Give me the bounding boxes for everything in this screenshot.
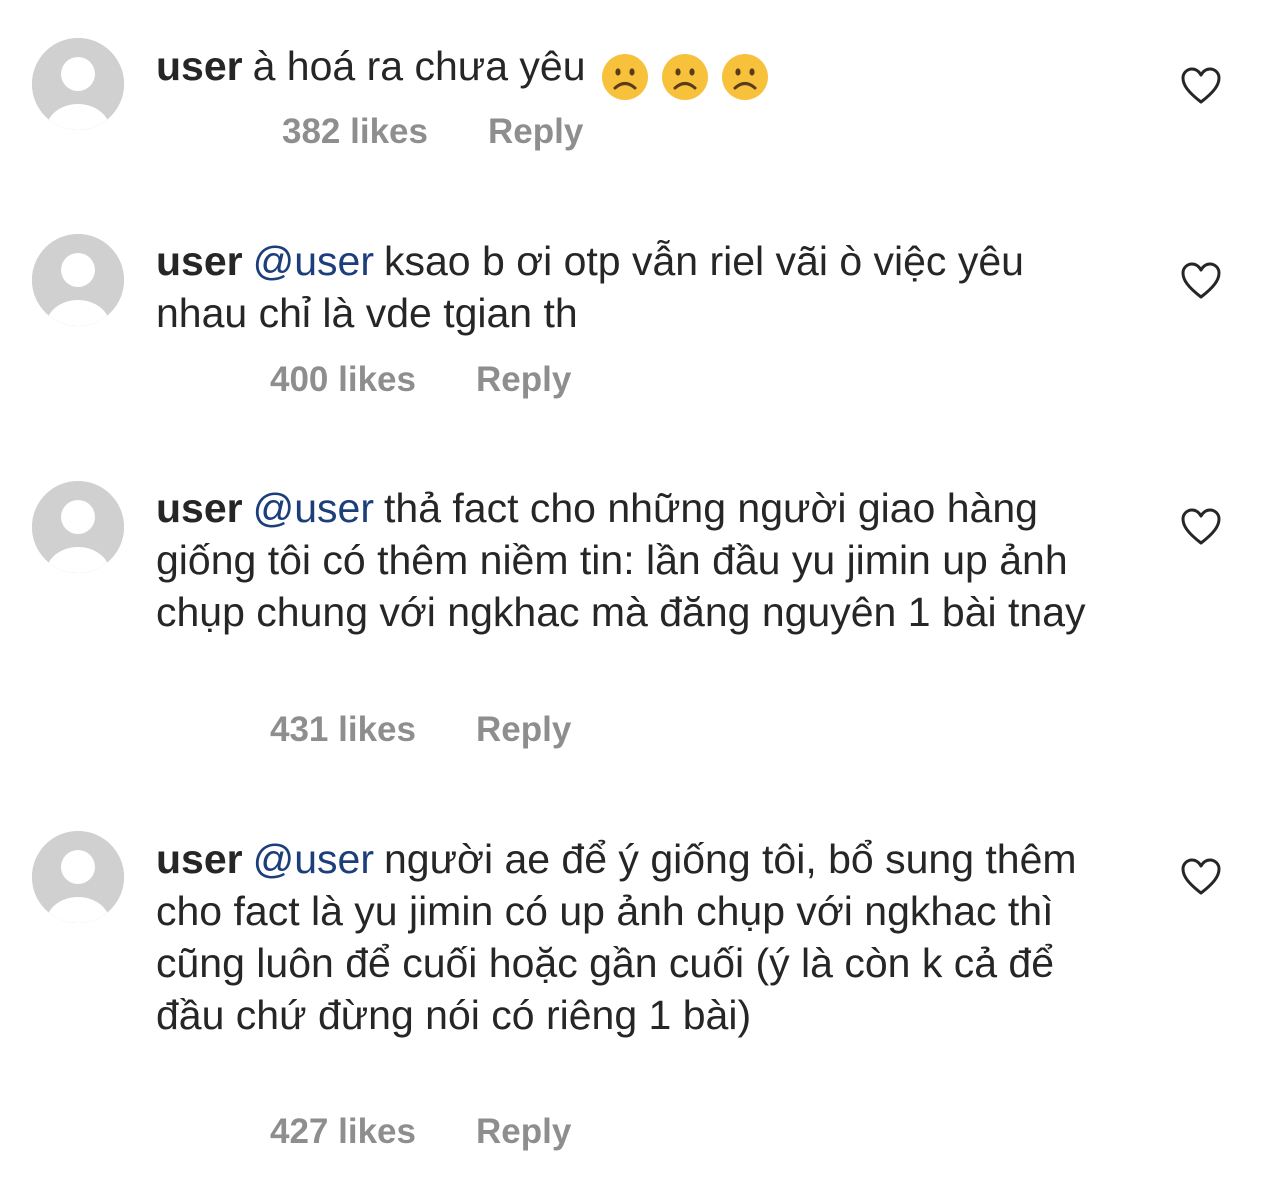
heart-outline-icon[interactable] [1180, 857, 1222, 897]
reply-button[interactable]: Reply [476, 1112, 571, 1151]
comment-body: user @user người ae để ý giống tôi, bổ sun… [156, 833, 1116, 1041]
comment-mention[interactable]: @user [253, 836, 374, 882]
likes-count[interactable]: 427 likes [270, 1112, 416, 1151]
avatar[interactable] [32, 831, 124, 923]
comment-meta: 427 likes Reply [270, 1112, 571, 1152]
default-avatar-icon [32, 831, 124, 923]
comment-username[interactable]: user [156, 836, 243, 882]
comment-item: user @user người ae để ý giống tôi, bổ sun… [0, 0, 1284, 1202]
